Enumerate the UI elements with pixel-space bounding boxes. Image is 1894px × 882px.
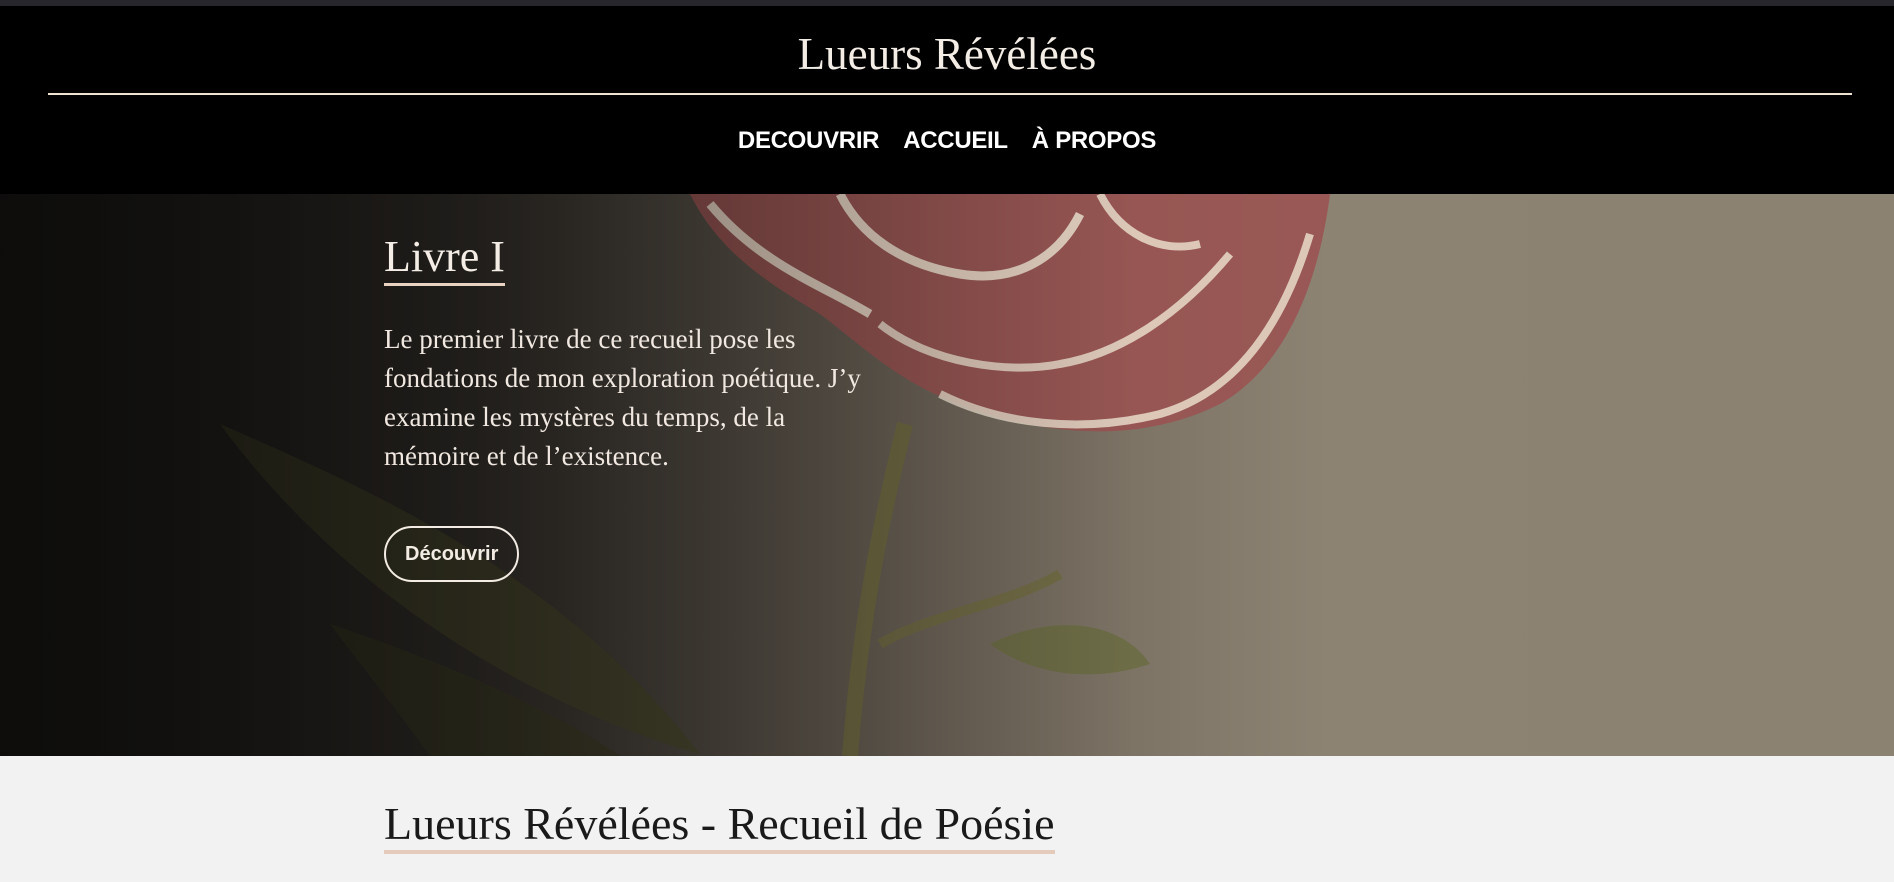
- site-title[interactable]: Lueurs Révélées: [0, 24, 1894, 84]
- hero-title[interactable]: Livre I: [384, 232, 505, 286]
- intro-section: Lueurs Révélées - Recueil de Poésie: [0, 756, 1894, 882]
- nav-item-a-propos[interactable]: À PROPOS: [1032, 124, 1157, 158]
- discover-button[interactable]: Découvrir: [384, 526, 520, 582]
- nav-item-decouvrir[interactable]: DECOUVRIR: [738, 124, 880, 158]
- header-divider: [48, 93, 1852, 95]
- hero-description: Le premier livre de ce recueil pose les …: [384, 324, 861, 471]
- hero-content: Livre I Le premier livre de ce recueil p…: [384, 232, 884, 582]
- main-nav: DECOUVRIR ACCUEIL À PROPOS: [0, 124, 1894, 158]
- nav-item-accueil[interactable]: ACCUEIL: [903, 124, 1008, 158]
- hero-banner: Livre I Le premier livre de ce recueil p…: [0, 194, 1894, 756]
- section-title: Lueurs Révélées - Recueil de Poésie: [384, 798, 1055, 854]
- site-header: Lueurs Révélées DECOUVRIR ACCUEIL À PROP…: [0, 6, 1894, 194]
- rose-watercolor-image: [0, 194, 1894, 756]
